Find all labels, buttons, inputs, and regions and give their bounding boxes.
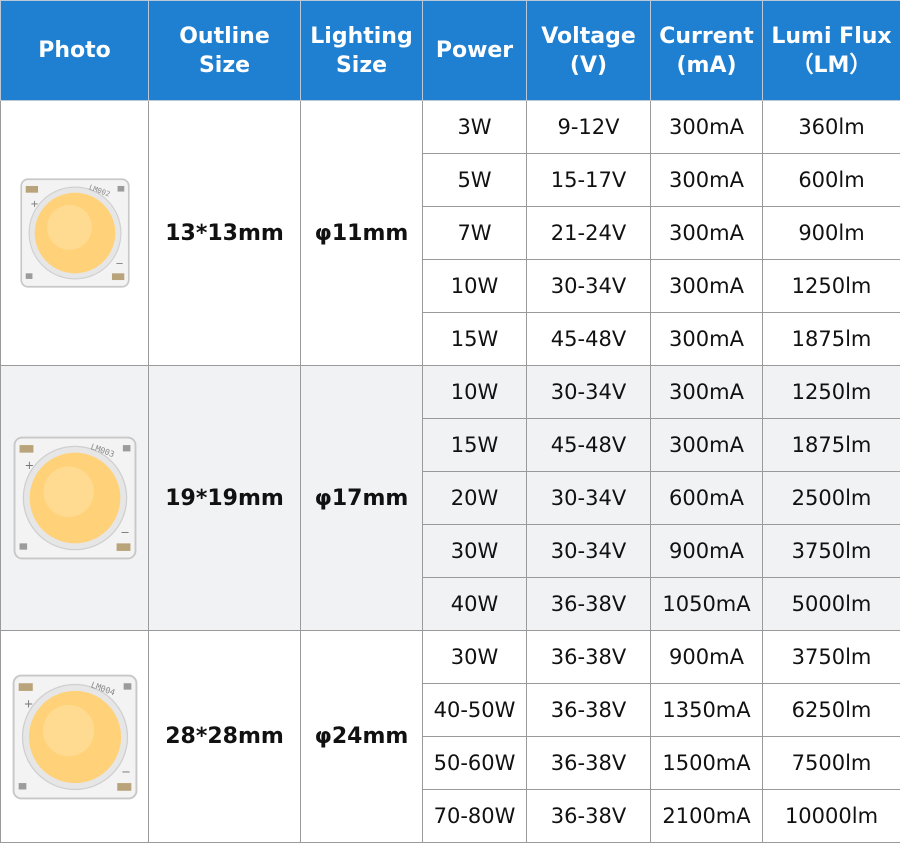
header-lumi-flux: Lumi Flux （LM） — [762, 0, 900, 101]
header-row: Photo Outline Size Lighting Size Power Vol… — [0, 0, 900, 101]
header-outline-size: Outline Size — [148, 0, 301, 101]
photo-cell: + − LM003 — [0, 365, 149, 631]
lumi-flux-cell: 360lm — [762, 100, 900, 154]
voltage-cell: 36-38V — [526, 630, 651, 684]
spec-table-body: + − LM002 13*13mm φ11mm 3W 9-12V 300mA 360lm 5W 15… — [0, 100, 900, 843]
svg-text:+: + — [30, 199, 38, 210]
power-cell: 7W — [422, 206, 527, 260]
header-photo: Photo — [0, 0, 149, 101]
outline-size-cell: 19*19mm — [148, 365, 301, 631]
power-cell: 15W — [422, 418, 527, 472]
voltage-cell: 30-34V — [526, 365, 651, 419]
voltage-cell: 36-38V — [526, 736, 651, 790]
current-cell: 300mA — [650, 100, 763, 154]
lumi-flux-cell: 2500lm — [762, 471, 900, 525]
power-cell: 50-60W — [422, 736, 527, 790]
power-cell: 40W — [422, 577, 527, 631]
photo-cell: + − LM004 — [0, 630, 149, 843]
voltage-cell: 45-48V — [526, 312, 651, 366]
power-cell: 30W — [422, 524, 527, 578]
cob-led-spec-table: Photo Outline Size Lighting Size Power Vol… — [0, 0, 900, 843]
outline-size-cell: 28*28mm — [148, 630, 301, 843]
voltage-cell: 30-34V — [526, 524, 651, 578]
lumi-flux-cell: 1250lm — [762, 365, 900, 419]
header-lighting-size: Lighting Size — [300, 0, 423, 101]
current-cell: 300mA — [650, 312, 763, 366]
lighting-size-cell: φ17mm — [300, 365, 423, 631]
svg-text:−: − — [121, 764, 131, 778]
cob-led-chip-icon: +−LM004 — [12, 674, 137, 799]
power-cell: 10W — [422, 259, 527, 313]
lumi-flux-cell: 1875lm — [762, 312, 900, 366]
lumi-flux-cell: 600lm — [762, 153, 900, 207]
svg-text:+: + — [24, 458, 33, 472]
header-power: Power — [422, 0, 527, 101]
power-cell: 70-80W — [422, 789, 527, 843]
voltage-cell: 30-34V — [526, 259, 651, 313]
current-cell: 300mA — [650, 206, 763, 260]
current-cell: 300mA — [650, 153, 763, 207]
svg-text:+: + — [23, 696, 33, 710]
cob-led-chip-icon: +−LM003 — [13, 436, 136, 560]
voltage-cell: 36-38V — [526, 683, 651, 737]
lumi-flux-cell: 10000lm — [762, 789, 900, 843]
power-cell: 10W — [422, 365, 527, 419]
current-cell: 300mA — [650, 365, 763, 419]
voltage-cell: 15-17V — [526, 153, 651, 207]
lumi-flux-cell: 6250lm — [762, 683, 900, 737]
lighting-size-cell: φ11mm — [300, 100, 423, 366]
power-cell: 30W — [422, 630, 527, 684]
table-row: + − LM002 13*13mm φ11mm 3W 9-12V 300mA 360lm — [0, 100, 900, 366]
power-cell: 40-50W — [422, 683, 527, 737]
lumi-flux-cell: 1250lm — [762, 259, 900, 313]
current-cell: 900mA — [650, 524, 763, 578]
lumi-flux-cell: 5000lm — [762, 577, 900, 631]
current-cell: 1350mA — [650, 683, 763, 737]
current-cell: 2100mA — [650, 789, 763, 843]
power-cell: 20W — [422, 471, 527, 525]
voltage-cell: 45-48V — [526, 418, 651, 472]
lighting-size-cell: φ24mm — [300, 630, 423, 843]
voltage-cell: 36-38V — [526, 789, 651, 843]
voltage-cell: 21-24V — [526, 206, 651, 260]
current-cell: 900mA — [650, 630, 763, 684]
power-cell: 5W — [422, 153, 527, 207]
voltage-cell: 30-34V — [526, 471, 651, 525]
current-cell: 1050mA — [650, 577, 763, 631]
lumi-flux-cell: 1875lm — [762, 418, 900, 472]
power-cell: 3W — [422, 100, 527, 154]
lumi-flux-cell: 3750lm — [762, 630, 900, 684]
header-current: Current (mA) — [650, 0, 763, 101]
svg-text:−: − — [120, 525, 130, 539]
svg-text:−: − — [115, 259, 123, 270]
current-cell: 300mA — [650, 259, 763, 313]
lumi-flux-cell: 3750lm — [762, 524, 900, 578]
current-cell: 600mA — [650, 471, 763, 525]
lumi-flux-cell: 7500lm — [762, 736, 900, 790]
table-row: + − LM004 28*28mm φ24mm 30W 36-38V 900mA 3750lm — [0, 630, 900, 843]
voltage-cell: 36-38V — [526, 577, 651, 631]
photo-cell: + − LM002 — [0, 100, 149, 366]
voltage-cell: 9-12V — [526, 100, 651, 154]
cob-led-chip-icon: +−LM002 — [19, 178, 130, 288]
power-cell: 15W — [422, 312, 527, 366]
current-cell: 300mA — [650, 418, 763, 472]
outline-size-cell: 13*13mm — [148, 100, 301, 366]
table-row: + − LM003 19*19mm φ17mm 10W 30-34V 300mA 1250lm — [0, 365, 900, 631]
current-cell: 1500mA — [650, 736, 763, 790]
header-voltage: Voltage (V) — [526, 0, 651, 101]
lumi-flux-cell: 900lm — [762, 206, 900, 260]
